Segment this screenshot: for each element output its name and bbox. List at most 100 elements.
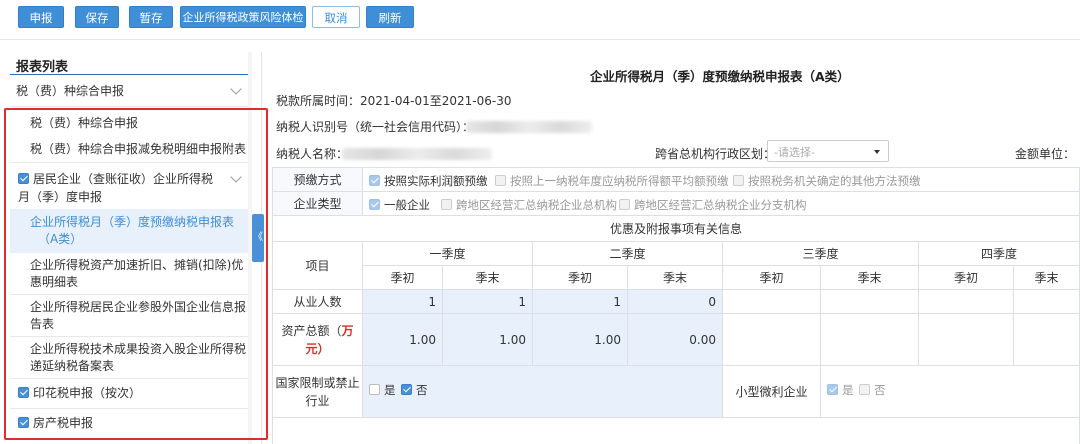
row-restricted-industry-label: 国家限制或禁止 行业	[273, 366, 363, 418]
region-label: 跨省总机构行政区划：	[655, 147, 776, 161]
employees-q4-start-input[interactable]	[919, 290, 1014, 314]
row-assets-label: 资产总额（万 元）	[273, 314, 363, 366]
checkbox-checked-icon[interactable]	[18, 173, 29, 184]
sidebar-group-label: 印花税申报（按次）	[18, 384, 141, 402]
quarter-header-q3: 三季度	[723, 242, 919, 266]
assets-q2-end-input[interactable]: 0.00	[628, 314, 723, 366]
q1-end-header: 季末	[443, 266, 533, 290]
sidebar-group-label-line1: 居民企业（查账征收）企业所得税	[18, 170, 213, 188]
refresh-button[interactable]: 刷新	[366, 6, 414, 28]
assets-q4-start-input[interactable]	[919, 314, 1014, 366]
checkbox-icon[interactable]	[859, 384, 870, 395]
company-type-label: 企业类型	[273, 192, 363, 216]
q3-end-header: 季末	[821, 266, 919, 290]
taxpayer-name-label: 纳税人名称：	[276, 147, 349, 161]
assets-q3-start-input[interactable]	[723, 314, 821, 366]
sidebar-item-label: 企业所得税资产加速折旧、摊销(扣除)优	[30, 258, 244, 272]
prepay-method-label: 预缴方式	[273, 168, 363, 192]
prepay-option-previous-year-average[interactable]: 按照上一纳税年度应纳税所得额平均额预缴	[495, 173, 729, 189]
report-list-sidebar: 报表列表 税（费）种综合申报 税（费）种综合申报 税（费）种综合申报减免税明细申…	[0, 52, 262, 444]
quarter-header-q4: 四季度	[919, 242, 1080, 266]
checkbox-checked-icon[interactable]	[827, 384, 838, 395]
checkbox-checked-icon[interactable]	[18, 417, 29, 428]
checkbox-checked-icon[interactable]	[18, 387, 29, 398]
restricted-label-line1: 国家限制或禁止	[275, 376, 360, 390]
small-micro-options: 是 否	[821, 366, 1080, 418]
divider	[10, 294, 250, 295]
tax-period: 税款所属时间：2021-04-01至2021-06-30	[276, 92, 512, 109]
prepay-option-actual-profit[interactable]: 按照实际利润额预缴	[369, 173, 488, 189]
employees-q1-start-input[interactable]: 1	[363, 290, 443, 314]
q4-start-header: 季初	[919, 266, 1014, 290]
chevron-down-icon[interactable]	[230, 83, 242, 95]
company-type-branch[interactable]: 跨地区经营汇总纳税企业分支机构	[619, 197, 807, 213]
divider	[10, 378, 250, 379]
prepay-method-options: 按照实际利润额预缴 按照上一纳税年度应纳税所得额平均额预缴 按照税务机关确定的其…	[363, 168, 1080, 192]
form-title: 企业所得税月（季）度预缴纳税申报表（A类）	[590, 69, 850, 84]
toolbar: 申报 保存 暂存 企业所得税政策风险体检 取消 刷新	[0, 0, 1080, 40]
divider	[10, 336, 250, 337]
region-select[interactable]: -请选择-	[767, 140, 889, 162]
next-row-partial	[273, 418, 1080, 444]
prepay-option-authority-method[interactable]: 按照税务机关确定的其他方法预缴	[733, 173, 921, 189]
assets-q2-start-input[interactable]: 1.00	[533, 314, 628, 366]
redacted-taxpayer-name	[342, 148, 492, 160]
sidebar-group-label: 房产税申报	[18, 414, 93, 432]
sidebar-item-label: 企业所得税技术成果投资入股企业所得税	[30, 342, 247, 356]
company-type-head-office[interactable]: 跨地区经营汇总纳税企业总机构	[441, 197, 617, 213]
restricted-label-line2: 行业	[305, 394, 330, 408]
section-title: 优惠及附报事项有关信息	[273, 216, 1080, 242]
assets-q1-start-input[interactable]: 1.00	[363, 314, 443, 366]
declaration-form: 企业所得税月（季）度预缴纳税申报表（A类） 税款所属时间：2021-04-01至…	[270, 52, 1080, 444]
checkbox-icon[interactable]	[441, 199, 452, 210]
checkbox-icon[interactable]	[733, 175, 744, 186]
declare-button[interactable]: 申报	[18, 6, 64, 28]
quarter-header-q1: 一季度	[363, 242, 533, 266]
draft-button[interactable]: 暂存	[129, 6, 173, 28]
checkbox-checked-icon[interactable]	[401, 384, 412, 395]
sidebar-title-underline	[10, 74, 252, 75]
tax-period-value: 2021-04-01至2021-06-30	[360, 94, 512, 108]
sidebar-group-cit-quarterly[interactable]: 居民企业（查账征收）企业所得税 月（季）度申报	[0, 170, 250, 208]
small-micro-yes-option[interactable]: 是	[827, 382, 854, 398]
collapse-sidebar-icon[interactable]: 《	[252, 214, 264, 262]
divider	[10, 106, 250, 107]
assets-q3-end-input[interactable]	[821, 314, 919, 366]
q3-start-header: 季初	[723, 266, 821, 290]
amount-unit-label: 金额单位：	[1015, 147, 1076, 161]
assets-label-part: 资产总额（	[281, 324, 342, 338]
risk-check-button[interactable]: 企业所得税政策风险体检	[180, 6, 306, 28]
checkbox-checked-icon[interactable]	[369, 175, 380, 186]
employees-q2-start-input[interactable]: 1	[533, 290, 628, 314]
quarter-header-q2: 二季度	[533, 242, 723, 266]
checkbox-icon[interactable]	[619, 199, 630, 210]
assets-q1-end-input[interactable]: 1.00	[443, 314, 533, 366]
save-button[interactable]: 保存	[75, 6, 119, 28]
divider	[10, 408, 250, 409]
checkbox-icon[interactable]	[495, 175, 506, 186]
employees-q1-end-input[interactable]: 1	[443, 290, 533, 314]
small-micro-no-option[interactable]: 否	[859, 382, 886, 398]
restricted-yes-option[interactable]: 是	[369, 382, 396, 398]
sidebar-group-comprehensive[interactable]: 税（费）种综合申报	[0, 82, 250, 102]
sidebar-item-label: 递延纳税备案表	[30, 359, 115, 373]
employees-q3-end-input[interactable]	[821, 290, 919, 314]
chevron-down-icon[interactable]	[230, 171, 242, 183]
assets-unit-highlight: 元）	[305, 342, 330, 356]
row-employees-label: 从业人数	[273, 290, 363, 314]
employees-q2-end-input[interactable]: 0	[628, 290, 723, 314]
cancel-button[interactable]: 取消	[312, 6, 360, 28]
sidebar-item-label: 企业所得税居民企业参股外国企业信息报	[30, 300, 247, 314]
checkbox-icon[interactable]	[369, 384, 380, 395]
employees-q3-start-input[interactable]	[723, 290, 821, 314]
region-select-value: -请选择-	[774, 146, 815, 159]
assets-q4-end-input[interactable]	[1014, 314, 1080, 366]
small-micro-label: 小型微利企业	[723, 366, 821, 418]
sidebar-title: 报表列表	[16, 60, 69, 75]
employees-q4-end-input[interactable]	[1014, 290, 1080, 314]
restricted-no-option[interactable]: 否	[401, 382, 428, 398]
assets-unit-highlight: 万	[341, 324, 354, 338]
checkbox-checked-icon[interactable]	[369, 199, 380, 210]
q4-end-header: 季末	[1014, 266, 1080, 290]
company-type-general[interactable]: 一般企业	[369, 197, 430, 213]
